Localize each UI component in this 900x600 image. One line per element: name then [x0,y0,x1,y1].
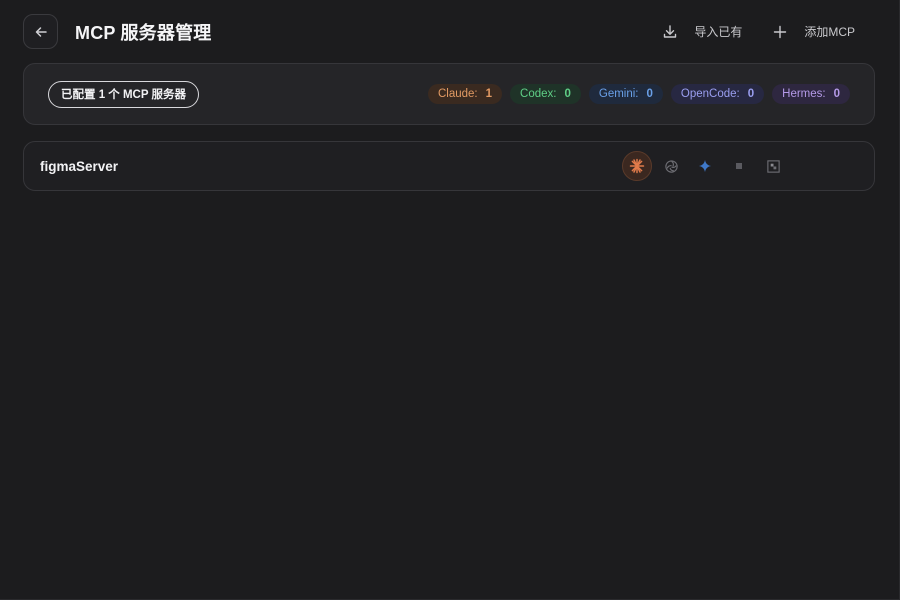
chip-label: Claude: [437,88,478,100]
back-button[interactable] [23,14,58,49]
chip-count: 0 [747,88,755,100]
import-existing-button[interactable]: 导入已有 [662,16,742,48]
chip-count: 0 [646,88,653,100]
chip-count: 0 [833,88,840,100]
hermes-toggle[interactable] [758,151,788,181]
plus-icon [772,24,788,40]
chip-codex: Codex: 0 [510,84,581,104]
mcp-manager-window: MCP 服务器管理 导入已有 添加MCP 已配置 1 个 MCP 服务器 Cla… [0,0,900,600]
openai-toggle[interactable] [656,151,686,181]
opencode-icon [736,163,742,169]
chip-label: Gemini: [598,88,639,100]
server-row[interactable]: figmaServer [23,141,875,191]
chip-count: 1 [485,88,493,100]
chip-label: Codex: [520,88,557,100]
server-name: figmaServer [40,158,119,174]
chip-claude: Claude: 1 [427,84,503,104]
opencode-toggle[interactable] [724,151,754,181]
hermes-icon [766,159,780,173]
download-icon [662,24,678,40]
app-count-chips: Claude: 1 Codex: 0 Gemini: 0 OpenCode: 0… [427,84,850,104]
server-count-badge: 已配置 1 个 MCP 服务器 [48,80,200,108]
chip-gemini: Gemini: 0 [588,84,663,104]
add-mcp-button[interactable]: 添加MCP [772,16,855,48]
openai-icon [664,159,678,173]
chip-label: Hermes: [782,88,826,100]
gemini-toggle[interactable] [690,151,720,181]
page-title: MCP 服务器管理 [75,22,212,43]
claude-icon [629,158,645,174]
arrow-left-icon [35,26,47,37]
gemini-icon [698,159,712,173]
agent-toggles [622,151,788,181]
add-mcp-label: 添加MCP [804,25,855,39]
header-actions: 导入已有 添加MCP [662,16,875,48]
chip-opencode: OpenCode: 0 [670,84,765,104]
chip-label: OpenCode: [680,88,740,100]
header: MCP 服务器管理 导入已有 添加MCP [23,14,875,49]
claude-toggle[interactable] [622,151,652,181]
chip-count: 0 [564,88,571,100]
chip-hermes: Hermes: 0 [772,84,850,104]
import-existing-label: 导入已有 [694,25,743,39]
summary-panel: 已配置 1 个 MCP 服务器 Claude: 1 Codex: 0 Gemin… [23,63,875,125]
